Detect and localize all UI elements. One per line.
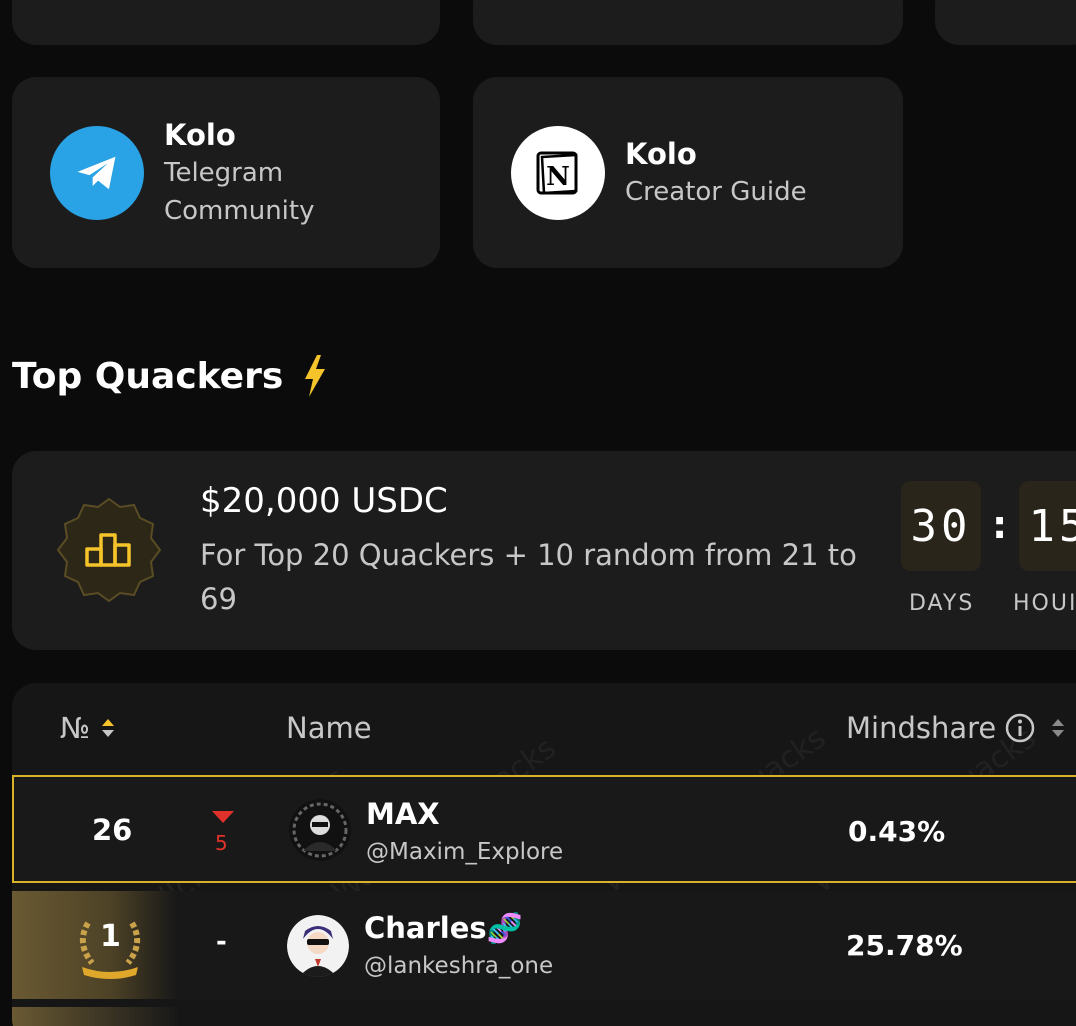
countdown-separator: : — [992, 503, 1008, 547]
user-handle[interactable]: @lankeshra_one — [364, 953, 553, 979]
table-row-current-user[interactable]: 26 5 MAX @Maxim_Explore 0.43% — [12, 775, 1076, 883]
user-name: MAX — [366, 797, 440, 831]
mindshare-value: 0.43% — [848, 815, 946, 848]
rank-number: 26 — [92, 813, 133, 847]
section-title: Top Quackers — [12, 355, 327, 397]
page: Kolo Telegram Community N Kolo Creator G… — [0, 0, 1076, 1026]
avatar[interactable] — [289, 799, 351, 861]
telegram-icon — [50, 125, 144, 220]
mindshare-header-label: Mindshare — [846, 711, 997, 745]
leaderboard-badge-icon — [54, 495, 164, 609]
creator-guide-card[interactable]: N Kolo Creator Guide — [473, 77, 903, 268]
mindshare-header[interactable]: Mindshare — [846, 711, 1066, 745]
mindshare-value: 25.78% — [846, 929, 963, 962]
section-title-text: Top Quackers — [12, 355, 284, 397]
card-subtitle-2: Community — [164, 195, 315, 226]
name-header-label: Name — [286, 711, 372, 745]
name-header: Name — [286, 711, 372, 745]
prize-amount: $20,000 USDC — [200, 481, 448, 521]
prize-description: For Top 20 Quackers + 10 random from 21 … — [200, 538, 857, 616]
leaderboard-table: Wallchain Quacks Wallchain Quacks Wallch… — [12, 683, 1076, 1026]
table-row-partial[interactable] — [12, 1007, 177, 1026]
user-name: Charles🧬 — [364, 911, 523, 945]
notion-icon: N — [511, 125, 605, 220]
top-card-1[interactable] — [12, 0, 440, 45]
rank-header[interactable]: № — [60, 711, 116, 745]
top-card-3[interactable] — [935, 0, 1076, 45]
card-title: Kolo — [625, 136, 697, 171]
sort-icon — [102, 719, 115, 737]
rank-number: 1 — [100, 919, 121, 954]
rank-change: - — [216, 927, 227, 957]
card-subtitle: Creator Guide — [625, 176, 807, 207]
top-card-2[interactable] — [473, 0, 903, 45]
countdown-days: 30 — [901, 481, 981, 571]
rank-down-icon — [212, 811, 234, 823]
avatar[interactable] — [287, 915, 349, 977]
countdown-hours: 15 — [1019, 481, 1076, 571]
card-subtitle: Telegram — [164, 157, 284, 188]
rank-change: 5 — [215, 831, 228, 855]
lightning-icon — [305, 355, 326, 397]
countdown-hours-label: HOUI — [1013, 591, 1076, 616]
sort-icon[interactable] — [1050, 717, 1066, 739]
user-handle[interactable]: @Maxim_Explore — [366, 839, 563, 865]
telegram-community-card[interactable]: Kolo Telegram Community — [12, 77, 440, 268]
countdown-days-label: DAYS — [909, 591, 975, 616]
table-row[interactable]: 1 - Charles🧬 @lankeshra_one 25.78% — [12, 891, 1076, 999]
rank-header-label: № — [60, 711, 91, 745]
prize-card: $20,000 USDC For Top 20 Quackers + 10 ra… — [12, 451, 1076, 650]
info-icon[interactable] — [1004, 712, 1036, 744]
card-title: Kolo — [164, 117, 236, 152]
svg-text:N: N — [546, 162, 570, 192]
